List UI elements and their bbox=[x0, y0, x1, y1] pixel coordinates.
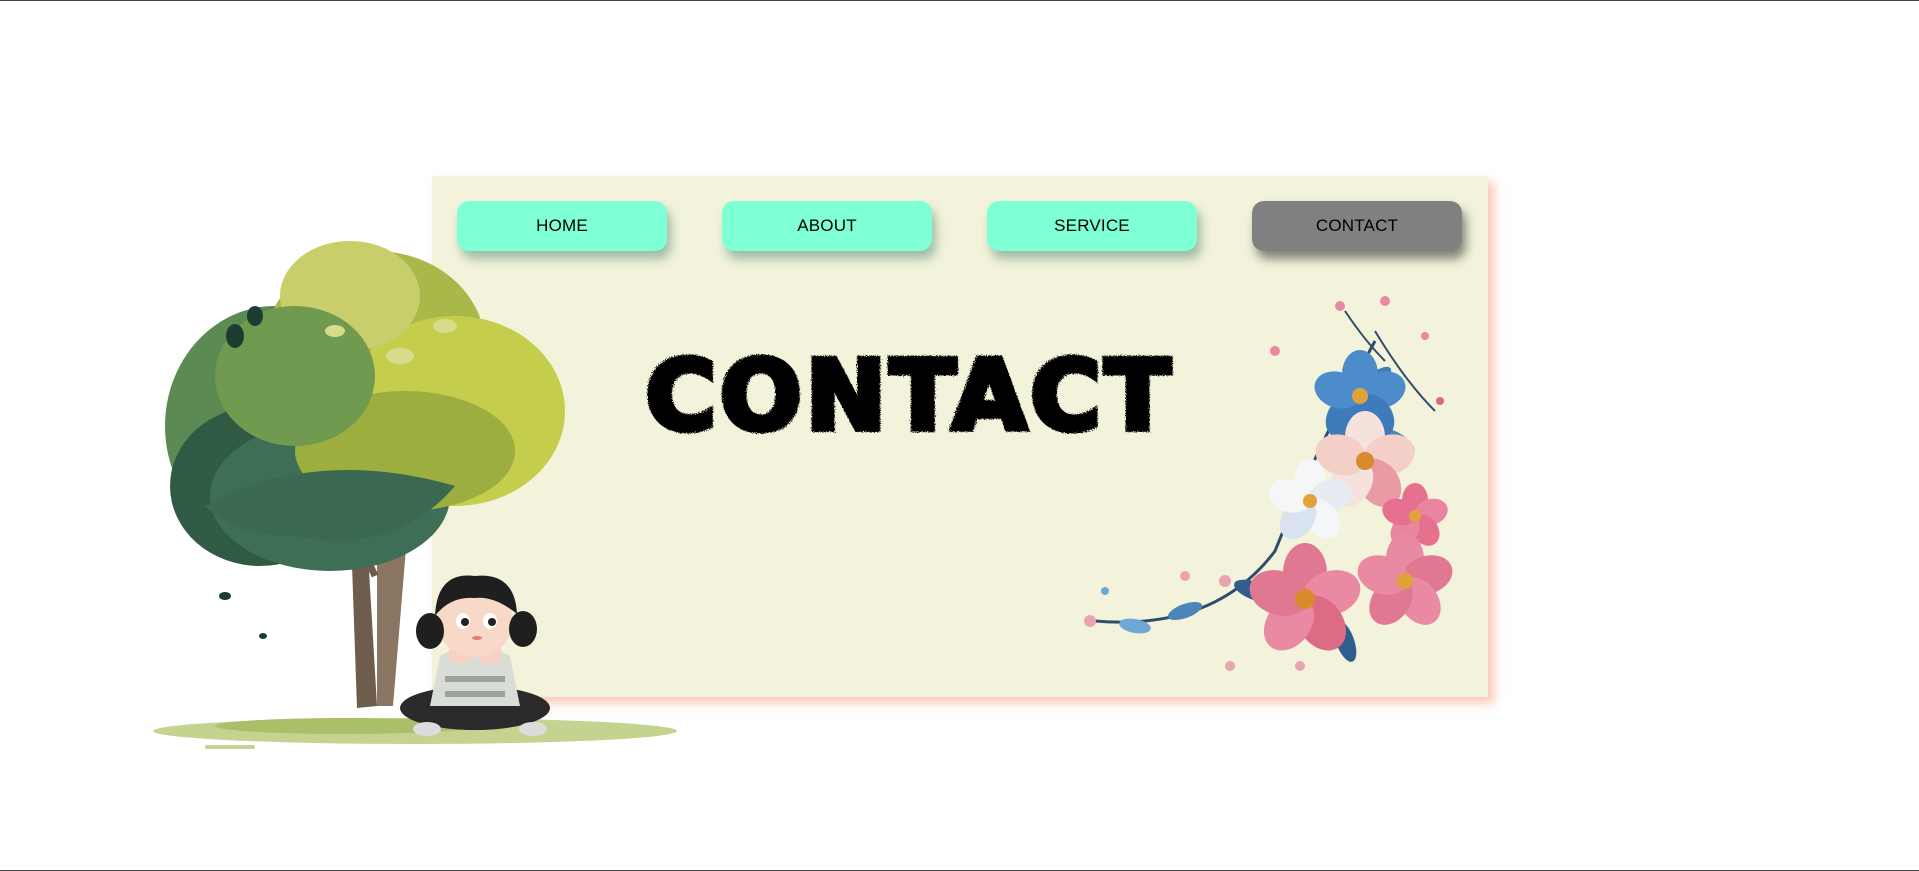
nav-service-button[interactable]: SERVICE bbox=[987, 201, 1197, 251]
nav-about-button[interactable]: ABOUT bbox=[722, 201, 932, 251]
tree-girl-illustration bbox=[153, 241, 677, 749]
nav-contact-button[interactable]: CONTACT bbox=[1252, 201, 1462, 251]
floral-corner-illustration bbox=[1084, 296, 1453, 671]
page: HOME ABOUT SERVICE CONTACT CONTACT bbox=[0, 0, 1919, 871]
